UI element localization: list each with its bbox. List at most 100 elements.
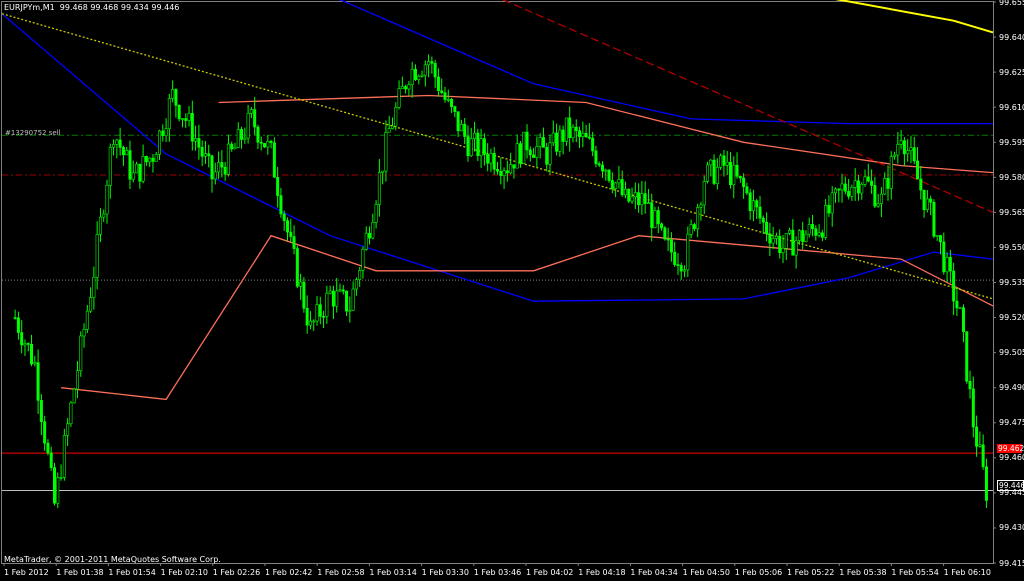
price-tick-label: 99.535 — [999, 278, 1024, 287]
candle-body — [26, 343, 30, 345]
candle-body — [49, 452, 53, 468]
candle-body — [545, 147, 549, 165]
candle-body — [144, 156, 148, 163]
candle-body — [446, 99, 450, 101]
candle-body — [164, 128, 168, 136]
candle-body — [581, 132, 585, 137]
candle-body — [197, 138, 201, 148]
candle-body — [879, 193, 883, 204]
candle-body — [154, 154, 158, 162]
price-tick-label: 99.640 — [999, 32, 1024, 42]
candle-body — [443, 92, 447, 100]
candle-body — [325, 292, 329, 317]
candle-body — [604, 169, 608, 172]
candle-body — [69, 402, 73, 425]
price-chart[interactable] — [0, 0, 1024, 581]
price-tick-label: 99.445 — [999, 488, 1024, 498]
candle-body — [226, 143, 230, 175]
candle-body — [476, 132, 480, 157]
candle-body — [135, 163, 139, 174]
candle-body — [263, 143, 267, 148]
candle-body — [95, 234, 99, 278]
candle-body — [318, 304, 322, 317]
candle-body — [92, 276, 96, 298]
candle-body — [617, 179, 621, 184]
candle-body — [482, 138, 486, 155]
candle-body — [866, 176, 870, 182]
chart-window[interactable]: EURJPYm,M1 99.468 99.468 99.434 99.446 #… — [0, 0, 1024, 581]
candle-body — [558, 129, 562, 152]
candle-body — [256, 126, 260, 143]
candle-body — [961, 307, 965, 332]
candle-body — [473, 132, 477, 139]
candle-body — [932, 201, 936, 237]
candle-body — [377, 172, 381, 205]
candle-body — [899, 140, 903, 145]
price-tick-label: 99.625 — [999, 67, 1024, 77]
candle-body — [59, 477, 63, 479]
time-tick-label: 1 Feb 01:38 — [56, 568, 104, 577]
candle-body — [98, 216, 102, 235]
candle-body — [745, 186, 749, 194]
candle-body — [637, 192, 641, 206]
candle-body — [538, 137, 542, 147]
candle-body — [883, 178, 887, 195]
time-tick-label: 1 Feb 04:18 — [578, 568, 626, 577]
candle-body — [755, 200, 759, 208]
candle-body — [276, 176, 280, 196]
candle-body — [430, 61, 434, 64]
candle-body — [515, 143, 519, 169]
candle-body — [381, 170, 385, 173]
time-tick-label: 1 Feb 06:10 — [943, 568, 991, 577]
candle-body — [833, 188, 837, 194]
candle-body — [177, 104, 181, 120]
candle-body — [161, 130, 165, 136]
candle-body — [673, 251, 677, 265]
candle-body — [404, 86, 408, 90]
candle-body — [696, 207, 700, 230]
candle-body — [36, 362, 40, 401]
candle-body — [699, 204, 703, 208]
chart-header: EURJPYm,M1 99.468 99.468 99.434 99.446 — [4, 3, 180, 12]
candle-body — [929, 198, 933, 203]
candle-body — [495, 168, 499, 172]
candle-body — [361, 249, 365, 271]
candle-body — [53, 467, 57, 504]
candle-body — [912, 147, 916, 162]
candle-body — [138, 163, 142, 182]
candle-body — [909, 147, 913, 151]
candle-body — [249, 109, 253, 114]
candle-body — [102, 213, 106, 218]
candle-body — [315, 304, 319, 322]
candle-body — [689, 224, 693, 235]
candle-body — [896, 144, 900, 156]
candle-body — [607, 169, 611, 181]
candle-body — [916, 160, 920, 180]
candle-body — [863, 176, 867, 185]
candle-body — [282, 213, 286, 221]
candle-body — [584, 132, 588, 138]
candle-body — [266, 141, 270, 148]
candle-body — [131, 172, 135, 180]
candle-body — [518, 143, 522, 164]
candle-body — [308, 320, 312, 326]
candle-body — [856, 180, 860, 194]
candle-body — [906, 150, 910, 155]
candle-body — [938, 235, 942, 243]
candle-body — [322, 316, 326, 318]
price-tick-label: 99.460 — [999, 453, 1024, 463]
candle-body — [486, 154, 490, 164]
candle-body — [305, 307, 309, 326]
candle-body — [843, 183, 847, 192]
time-tick-label: 1 Feb 04:50 — [682, 568, 730, 577]
candle-body — [46, 442, 50, 454]
candle-body — [194, 138, 198, 142]
candle-body — [984, 466, 988, 501]
candle-body — [591, 137, 595, 152]
candle-body — [761, 217, 765, 223]
candle-body — [466, 136, 470, 157]
price-tick-label: 99.565 — [999, 207, 1024, 217]
candle-body — [128, 150, 132, 180]
candle-body — [151, 157, 155, 162]
candle-body — [532, 154, 536, 158]
